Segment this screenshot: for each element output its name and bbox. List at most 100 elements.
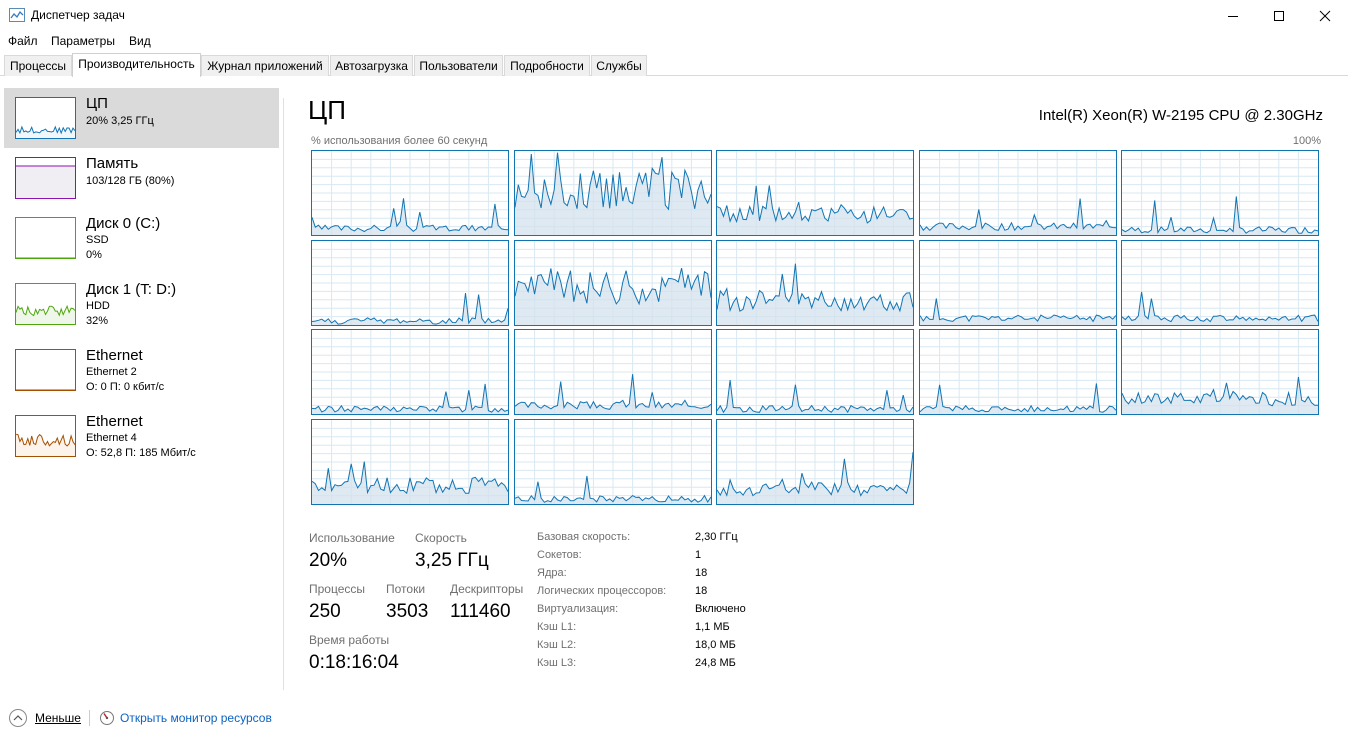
sidebar-item-disk1[interactable]: Диск 1 (T: D:) HDD 32%: [4, 274, 279, 334]
spec-label: Сокетов:: [537, 549, 582, 561]
sidebar-item-title: Память: [86, 155, 139, 172]
speed-value: 3,25 ГГц: [415, 550, 489, 571]
page-title: ЦП: [308, 95, 346, 125]
logical-processor-graph: [513, 150, 712, 236]
sidebar-item-detail: 20% 3,25 ГГц: [86, 115, 154, 127]
spec-label: Кэш L1:: [537, 621, 577, 633]
sidebar-item-title: Ethernet: [86, 347, 143, 364]
handles-label: Дескрипторы: [450, 582, 524, 596]
sidebar-item-detail: Ethernet 2: [86, 366, 137, 378]
tab-processes[interactable]: Процессы: [4, 55, 72, 76]
sidebar-item-title: Ethernet: [86, 413, 143, 430]
threads-label: Потоки: [386, 582, 426, 596]
spec-label: Кэш L3:: [537, 657, 577, 669]
disk1-thumbnail-graph: [15, 283, 76, 325]
title-bar: Диспетчер задач: [0, 0, 1348, 31]
sidebar-item-title: Диск 0 (C:): [86, 215, 161, 232]
spec-value: 18: [695, 585, 708, 597]
sidebar-item-disk0[interactable]: Диск 0 (C:) SSD 0%: [4, 208, 279, 268]
tab-app-history[interactable]: Журнал приложений: [201, 55, 329, 76]
sidebar-item-ethernet2[interactable]: Ethernet Ethernet 2 О: 0 П: 0 кбит/с: [4, 340, 279, 400]
sidebar-item-detail: 103/128 ГБ (80%): [86, 175, 175, 187]
cpu-model-name: Intel(R) Xeon(R) W-2195 CPU @ 2.30GHz: [1038, 107, 1323, 124]
spec-value: 18,0 МБ: [695, 639, 736, 651]
footer-separator: [89, 710, 90, 726]
chevron-up-icon[interactable]: [9, 709, 27, 727]
tab-users[interactable]: Пользователи: [414, 55, 503, 76]
tab-performance[interactable]: Производительность: [72, 53, 201, 77]
logical-processor-graph: [1121, 329, 1319, 415]
spec-label: Базовая скорость:: [537, 531, 631, 543]
minimize-button[interactable]: [1210, 0, 1256, 31]
minimize-icon: [1228, 15, 1238, 17]
spec-value: 2,30 ГГц: [695, 531, 738, 543]
threads-value: 3503: [386, 601, 429, 622]
spec-value: Включено: [695, 603, 746, 615]
logical-processor-graph: [918, 239, 1117, 326]
menu-bar: Файл Параметры Вид: [0, 31, 1348, 53]
logical-processor-graph: [311, 329, 509, 415]
logical-processor-graphs: [311, 150, 1321, 506]
ethernet4-thumbnail-graph: [15, 415, 76, 457]
maximize-icon: [1274, 10, 1284, 21]
logical-processor-graph: [716, 239, 914, 326]
graph-max-label: 100%: [1292, 135, 1321, 147]
uptime-value: 0:18:16:04: [309, 652, 399, 673]
logical-processor-graph: [918, 329, 1117, 415]
logical-processor-graph: [311, 150, 509, 236]
sidebar-item-title: Диск 1 (T: D:): [86, 281, 177, 298]
footer: Меньше Открыть монитор ресурсов: [0, 704, 1348, 734]
logical-processor-graph: [716, 150, 914, 236]
graph-axis-label: % использования более 60 секунд: [311, 135, 488, 147]
pane-divider[interactable]: [283, 98, 284, 690]
logical-processor-graph: [311, 418, 509, 505]
task-manager-icon: [9, 8, 25, 22]
spec-label: Кэш L2:: [537, 639, 577, 651]
tab-bar: Процессы Производительность Журнал прило…: [0, 53, 1348, 77]
resource-sidebar: ЦП 20% 3,25 ГГц Память 103/128 ГБ (80%) …: [0, 77, 282, 691]
tab-services[interactable]: Службы: [591, 55, 647, 76]
sidebar-item-usage: 0%: [86, 249, 102, 261]
handles-value: 111460: [450, 601, 511, 622]
logical-processor-graph: [1121, 239, 1319, 326]
sidebar-item-detail: HDD: [86, 300, 110, 312]
cpu-thumbnail-graph: [15, 97, 76, 139]
usage-value: 20%: [309, 550, 348, 571]
speed-label: Скорость: [415, 531, 467, 545]
processes-value: 250: [309, 601, 341, 622]
logical-processor-graph: [716, 418, 914, 505]
logical-processor-graph: [311, 239, 509, 326]
logical-processor-graph: [513, 418, 712, 505]
tab-startup[interactable]: Автозагрузка: [330, 55, 413, 76]
sidebar-item-cpu[interactable]: ЦП 20% 3,25 ГГц: [4, 88, 279, 148]
usage-label: Использование: [309, 531, 395, 545]
tab-details[interactable]: Подробности: [504, 55, 590, 76]
window-title: Диспетчер задач: [31, 8, 125, 22]
sidebar-item-usage: 32%: [86, 315, 109, 327]
spec-label: Ядра:: [537, 567, 567, 579]
maximize-button[interactable]: [1256, 0, 1302, 31]
sidebar-item-detail: Ethernet 4: [86, 432, 137, 444]
sidebar-item-memory[interactable]: Память 103/128 ГБ (80%): [4, 148, 279, 208]
resource-monitor-icon: [100, 711, 114, 725]
menu-view[interactable]: Вид: [129, 34, 151, 48]
logical-processor-graph: [918, 150, 1117, 236]
ethernet2-thumbnail-graph: [15, 349, 76, 391]
close-icon: [1319, 10, 1331, 21]
logical-processor-graph: [716, 329, 914, 415]
sidebar-item-throughput: О: 0 П: 0 кбит/с: [86, 381, 165, 393]
fewer-details-button[interactable]: Меньше: [35, 711, 81, 725]
sidebar-item-title: ЦП: [86, 95, 108, 112]
spec-value: 24,8 МБ: [695, 657, 736, 669]
logical-processor-graph: [513, 329, 712, 415]
sidebar-item-ethernet4[interactable]: Ethernet Ethernet 4 О: 52,8 П: 185 Мбит/…: [4, 406, 279, 466]
spec-value: 18: [695, 567, 708, 579]
uptime-label: Время работы: [309, 633, 390, 647]
menu-options[interactable]: Параметры: [51, 34, 115, 48]
close-button[interactable]: [1302, 0, 1348, 31]
spec-label: Логических процессоров:: [537, 585, 667, 597]
logical-processor-graph: [513, 239, 712, 326]
logical-processor-graph: [1121, 150, 1319, 236]
open-resource-monitor-link[interactable]: Открыть монитор ресурсов: [120, 711, 272, 725]
menu-file[interactable]: Файл: [8, 34, 38, 48]
